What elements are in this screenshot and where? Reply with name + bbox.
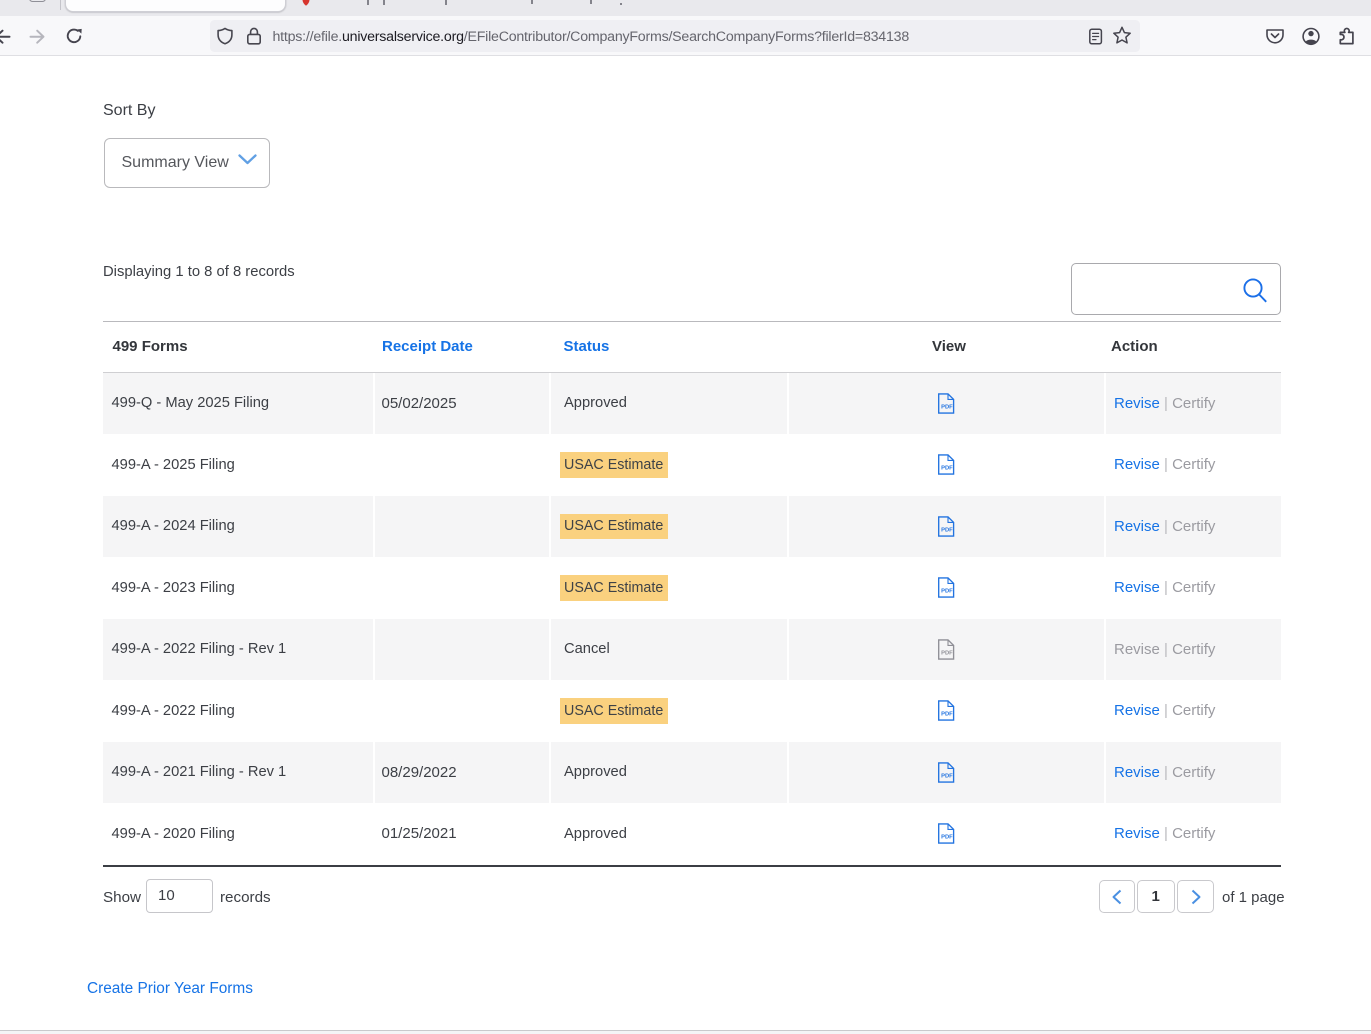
svg-text:PDF: PDF [941,466,953,472]
svg-text:PDF: PDF [941,835,953,841]
svg-text:PDF: PDF [941,712,953,718]
svg-text:PDF: PDF [941,773,953,779]
svg-text:PDF: PDF [941,527,953,533]
svg-text:PDF: PDF [941,404,953,410]
svg-text:PDF: PDF [941,589,953,595]
svg-text:PDF: PDF [941,650,953,656]
